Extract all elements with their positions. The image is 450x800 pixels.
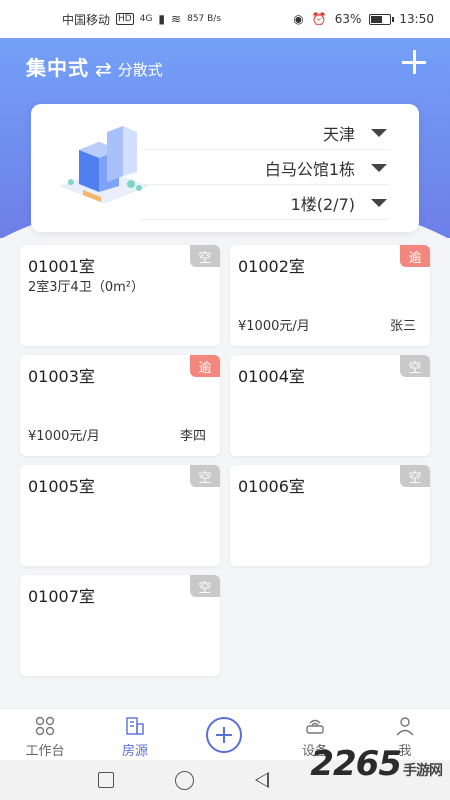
chevron-down-icon bbox=[371, 128, 387, 137]
status-badge: 逾 bbox=[190, 355, 220, 377]
eye-icon: ◉ bbox=[293, 12, 304, 26]
room-tenant: 张三 bbox=[389, 319, 416, 334]
status-badge: 空 bbox=[190, 575, 220, 597]
room-layout: 2室3厅4卫（0m²） bbox=[28, 280, 144, 295]
swap-icon[interactable]: ⇄ bbox=[95, 57, 112, 81]
location-selector-card: 天津 白马公馆1栋 1楼(2/7) bbox=[31, 104, 419, 232]
mode-current: 集中式 bbox=[26, 56, 89, 80]
room-card[interactable]: 01006室 空 bbox=[230, 465, 430, 566]
mode-switch[interactable]: 集中式 ⇄ 分散式 bbox=[26, 52, 163, 81]
tab-label: 房源 bbox=[121, 744, 148, 759]
battery-icon bbox=[369, 13, 395, 25]
status-badge: 空 bbox=[400, 355, 430, 377]
center-add-button[interactable] bbox=[206, 717, 242, 753]
floor-value: 1楼(2/7) bbox=[290, 194, 355, 214]
network-label: 4G bbox=[139, 14, 153, 24]
router-icon bbox=[306, 719, 324, 734]
room-tenant: 李四 bbox=[179, 429, 206, 444]
tab-label: 工作台 bbox=[25, 744, 65, 759]
back-icon[interactable] bbox=[255, 772, 269, 788]
room-number: 01007室 bbox=[28, 587, 95, 606]
chevron-down-icon bbox=[371, 198, 387, 207]
mode-alt[interactable]: 分散式 bbox=[118, 59, 163, 80]
wifi-icon: ≋ bbox=[171, 12, 182, 26]
clock: 13:50 bbox=[399, 12, 434, 26]
room-card[interactable]: 01005室 空 bbox=[20, 465, 220, 566]
add-button[interactable] bbox=[400, 48, 428, 76]
room-card[interactable]: 01002室 ¥1000元/月 张三 逾 bbox=[230, 245, 430, 346]
building-icon bbox=[126, 717, 144, 735]
room-rent: ¥1000元/月 bbox=[28, 429, 100, 444]
room-number: 01003室 bbox=[28, 367, 95, 386]
room-number: 01004室 bbox=[238, 367, 305, 386]
room-number: 01005室 bbox=[28, 477, 95, 496]
floor-select[interactable]: 1楼(2/7) bbox=[141, 186, 389, 220]
grid-icon bbox=[35, 716, 55, 736]
room-card[interactable]: 01004室 空 bbox=[230, 355, 430, 456]
battery-percent: 63% bbox=[334, 12, 362, 26]
recent-apps-icon[interactable] bbox=[98, 772, 114, 788]
building-value: 白马公馆1栋 bbox=[264, 159, 355, 179]
status-badge: 空 bbox=[190, 245, 220, 267]
speed-label: 857 B/s bbox=[187, 14, 222, 24]
status-badge: 空 bbox=[400, 465, 430, 487]
room-number: 01002室 bbox=[238, 257, 305, 276]
tab-listings[interactable]: 房源 bbox=[100, 715, 170, 759]
hd-badge: HD bbox=[116, 13, 134, 25]
room-number: 01001室 bbox=[28, 257, 95, 276]
home-icon[interactable] bbox=[175, 771, 194, 790]
tab-workbench[interactable]: 工作台 bbox=[10, 715, 80, 759]
city-value: 天津 bbox=[322, 124, 355, 144]
alarm-icon: ⏰ bbox=[311, 12, 327, 26]
chevron-down-icon bbox=[371, 163, 387, 172]
watermark-logo: 2265 手游网 bbox=[310, 744, 443, 784]
room-card[interactable]: 01001室 2室3厅4卫（0m²） 空 bbox=[20, 245, 220, 346]
room-card[interactable]: 01007室 空 bbox=[20, 575, 220, 676]
building-select[interactable]: 白马公馆1栋 bbox=[141, 151, 389, 185]
carrier-label: 中国移动 bbox=[62, 12, 111, 27]
status-badge: 逾 bbox=[400, 245, 430, 267]
city-select[interactable]: 天津 bbox=[141, 116, 389, 150]
user-icon bbox=[396, 717, 414, 736]
room-number: 01006室 bbox=[238, 477, 305, 496]
room-rent: ¥1000元/月 bbox=[238, 319, 310, 334]
signal-icon: ▮ bbox=[158, 12, 166, 26]
status-bar: 中国移动 HD 4G ▮ ≋ 857 B/s ◉ ⏰ 63% 13:50 bbox=[0, 0, 450, 38]
room-card[interactable]: 01003室 ¥1000元/月 李四 逾 bbox=[20, 355, 220, 456]
status-badge: 空 bbox=[190, 465, 220, 487]
